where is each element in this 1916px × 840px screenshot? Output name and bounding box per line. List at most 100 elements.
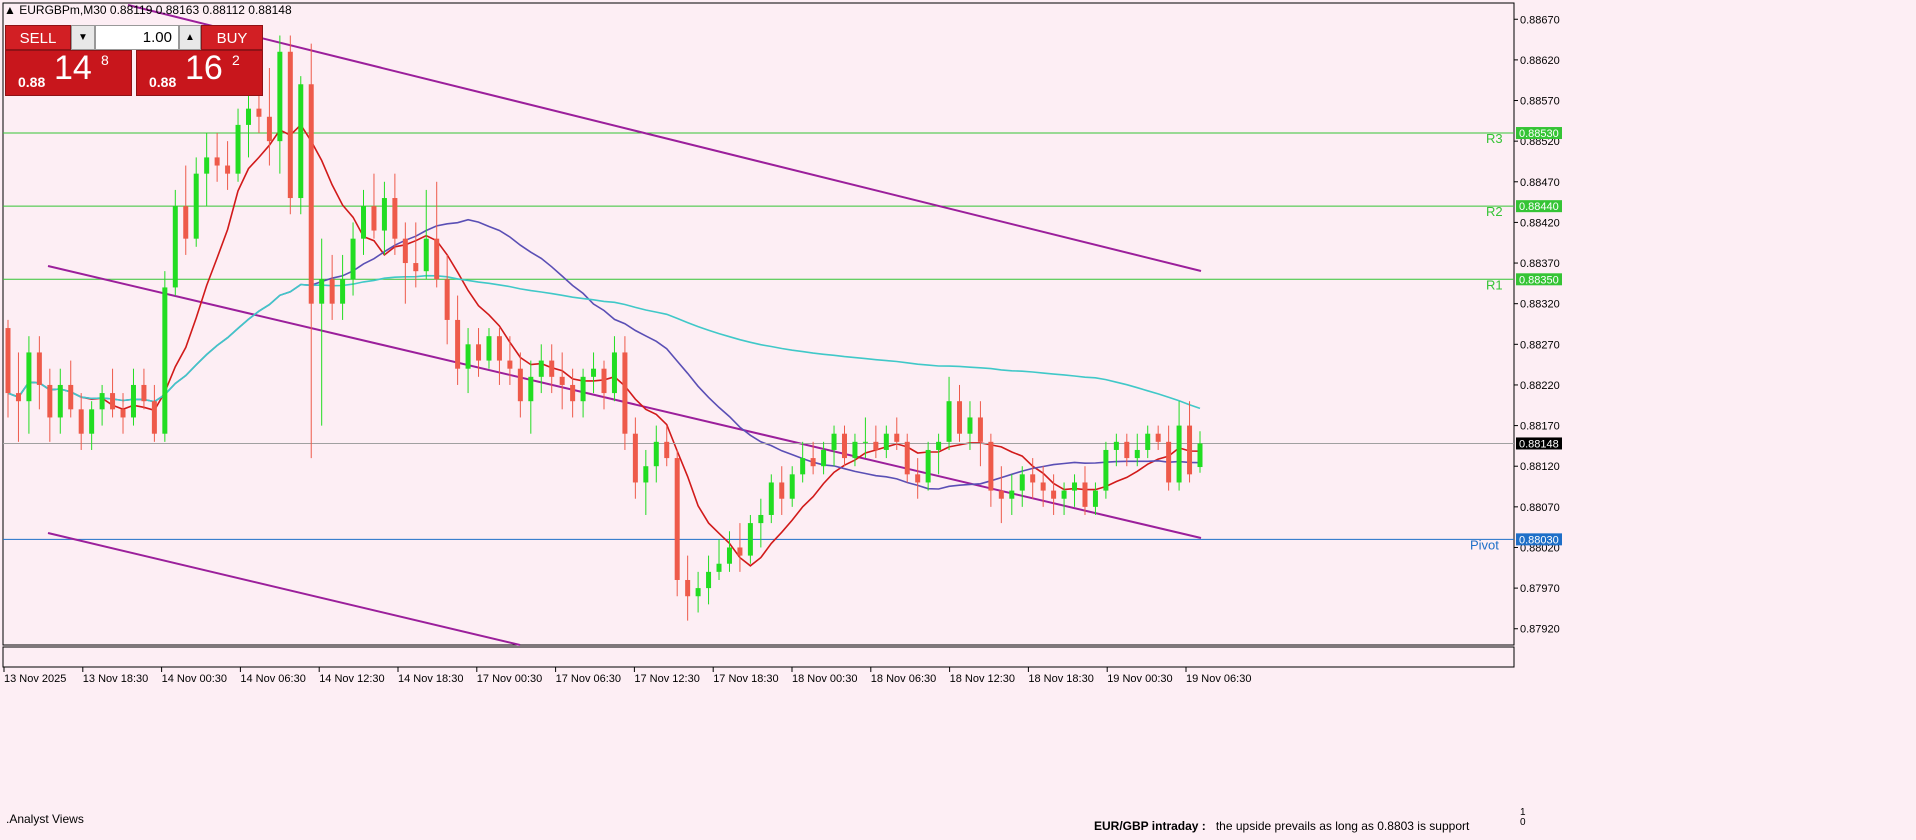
candle-body — [737, 547, 743, 556]
candle-body — [507, 360, 513, 369]
candle-body — [36, 352, 42, 385]
candle-body — [1030, 474, 1036, 483]
candle-body — [998, 490, 1004, 499]
price-tick-label: 0.88220 — [1520, 380, 1560, 392]
level-name-r3: R3 — [1486, 131, 1503, 146]
candle-body — [695, 588, 701, 597]
price-tick-label: 0.87970 — [1520, 583, 1560, 595]
candle-body — [685, 579, 691, 597]
candle-body — [444, 279, 450, 320]
time-tick-label: 18 Nov 18:30 — [1028, 673, 1093, 685]
price-tick-label: 0.88570 — [1520, 96, 1560, 108]
candle-body — [26, 352, 32, 402]
candle-body — [298, 84, 304, 199]
price-chart[interactable]: R3R2R1Pivot 0.886700.886200.885700.88520… — [0, 0, 1916, 840]
candle-body — [172, 206, 178, 288]
candle-body — [47, 384, 53, 418]
symbol-quote-text: EURGBPm,M30 0.88119 0.88163 0.88112 0.88… — [19, 3, 292, 17]
candle-body — [611, 352, 617, 394]
candle-body — [1082, 482, 1088, 507]
candle-body — [1103, 449, 1109, 491]
candle-body — [120, 409, 126, 418]
one-click-trading-panel: SELL ▼ 1.00 ▲ BUY 0.88 14 8 0.88 16 2 — [5, 25, 263, 96]
candle-body — [852, 441, 858, 459]
candle-body — [559, 376, 565, 385]
price-tick-label: 0.88420 — [1520, 217, 1560, 229]
price-tick-label: 0.88370 — [1520, 258, 1560, 270]
candle-body — [517, 368, 523, 402]
candle-body — [496, 336, 502, 361]
buy-button[interactable]: BUY — [201, 25, 263, 50]
candle-body — [622, 352, 628, 434]
candle-body — [674, 458, 680, 580]
buy-price-box[interactable]: 0.88 16 2 — [136, 49, 263, 96]
news-title: EUR/GBP intraday : — [1094, 819, 1206, 833]
candle-body — [800, 458, 806, 475]
candle-body — [632, 433, 638, 483]
symbol-title: ▲ EURGBPm,M30 0.88119 0.88163 0.88112 0.… — [4, 3, 292, 17]
candle-body — [371, 206, 377, 231]
lot-increase-button[interactable]: ▲ — [179, 25, 201, 50]
time-tick-label: 14 Nov 18:30 — [398, 673, 463, 685]
time-tick-label: 18 Nov 12:30 — [950, 673, 1015, 685]
candle-body — [141, 384, 147, 402]
candle-body — [528, 376, 534, 402]
candle-body — [89, 409, 95, 434]
candle-body — [130, 384, 136, 418]
level-name-r1: R1 — [1486, 277, 1503, 292]
candle-body — [789, 474, 795, 499]
candle-body — [235, 124, 241, 174]
candle-body — [810, 458, 816, 467]
time-tick-label: 19 Nov 00:30 — [1107, 673, 1172, 685]
candle-body — [1072, 482, 1078, 491]
candle-body — [1197, 443, 1203, 468]
time-tick-label: 17 Nov 18:30 — [713, 673, 778, 685]
candle-body — [988, 441, 994, 491]
candle-body — [1166, 441, 1172, 483]
candle-body — [361, 206, 367, 239]
candle-body — [862, 441, 868, 443]
current-price-label: 0.88148 — [1519, 438, 1559, 450]
sell-button[interactable]: SELL — [5, 25, 71, 50]
time-tick-label: 17 Nov 00:30 — [477, 673, 542, 685]
candle-body — [873, 441, 879, 450]
lot-size-input[interactable]: 1.00 — [95, 25, 179, 50]
candle-body — [266, 116, 272, 142]
candle-body — [977, 417, 983, 442]
indicator-label: .Analyst Views — [6, 812, 84, 826]
price-tick-label: 0.88070 — [1520, 502, 1560, 514]
candle-body — [110, 393, 116, 410]
candle-body — [277, 51, 283, 142]
candle-body — [957, 401, 963, 434]
level-name-r2: R2 — [1486, 204, 1503, 219]
candle-body — [287, 51, 293, 199]
candle-body — [1019, 474, 1025, 491]
candle-body — [821, 449, 827, 467]
level-price-label-r1: 0.88350 — [1519, 274, 1559, 286]
time-tick-label: 18 Nov 06:30 — [871, 673, 936, 685]
candle-body — [245, 108, 251, 125]
price-tick-label: 0.88320 — [1520, 299, 1560, 311]
sell-price-box[interactable]: 0.88 14 8 — [5, 49, 132, 96]
news-body: the upside prevails as long as 0.8803 is… — [1215, 819, 1470, 833]
analyst-news-text: EUR/GBP intraday : the upside prevails a… — [1094, 819, 1469, 833]
candle-body — [392, 198, 398, 239]
price-tick-label: 0.88170 — [1520, 421, 1560, 433]
candle-body — [476, 344, 482, 361]
candle-body — [1092, 490, 1098, 507]
candle-body — [726, 547, 732, 564]
candle-body — [1124, 441, 1130, 459]
indicator-scale-bottom: 0 — [1520, 817, 1526, 828]
candle-body — [68, 384, 74, 410]
lot-decrease-button[interactable]: ▼ — [71, 25, 95, 50]
time-tick-label: 14 Nov 00:30 — [162, 673, 227, 685]
candle-body — [747, 523, 753, 556]
candle-body — [1051, 490, 1057, 499]
price-tick-label: 0.88670 — [1520, 14, 1560, 26]
price-tick-label: 0.88470 — [1520, 177, 1560, 189]
collapse-triangle-icon[interactable]: ▲ — [4, 3, 16, 17]
candle-body — [580, 376, 586, 402]
candle-body — [946, 401, 952, 442]
sell-price-big: 14 — [54, 49, 92, 87]
candle-body — [904, 441, 910, 475]
